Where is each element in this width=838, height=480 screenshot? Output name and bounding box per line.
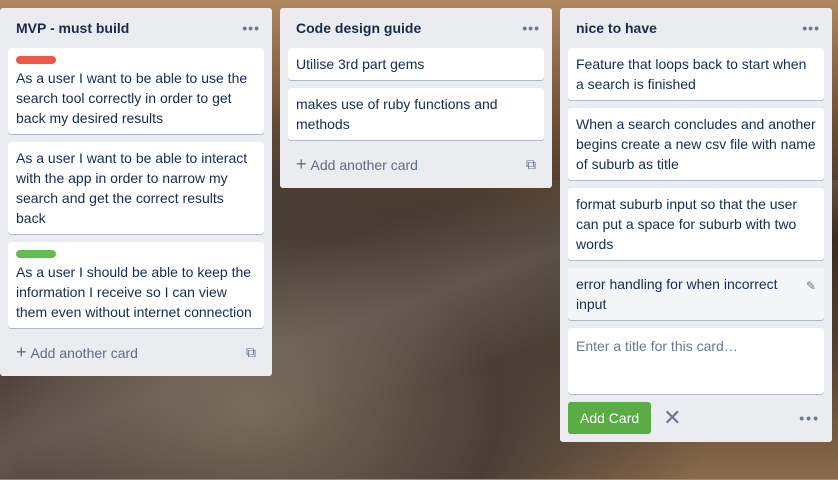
add-card-submit-button[interactable]: Add Card	[568, 402, 652, 434]
list-title[interactable]: nice to have	[576, 20, 657, 36]
card-text: When a search concludes and another begi…	[576, 116, 816, 172]
template-icon[interactable]: ⧉	[526, 156, 536, 173]
card[interactable]: format suburb input so that the user can…	[568, 188, 824, 260]
list-nice-to-have: nice to have ••• Feature that loops back …	[560, 8, 832, 442]
card-text: Utilise 3rd part gems	[296, 56, 425, 72]
list-title[interactable]: MVP - must build	[16, 20, 129, 36]
label-green[interactable]	[16, 250, 56, 258]
list-title[interactable]: Code design guide	[296, 20, 421, 36]
card-text: As a user I should be able to keep the i…	[16, 264, 252, 320]
list-code-design: Code design guide ••• Utilise 3rd part ge…	[280, 8, 552, 188]
list-menu-icon[interactable]: •••	[242, 20, 260, 36]
card-text: As a user I want to be able to use the s…	[16, 70, 248, 126]
card[interactable]: When a search concludes and another begi…	[568, 108, 824, 180]
add-card-label: Add another card	[30, 344, 138, 361]
card[interactable]: Utilise 3rd part gems	[288, 48, 544, 80]
close-icon[interactable]: ✕	[663, 405, 681, 431]
add-card-label: Add another card	[310, 156, 418, 173]
card-title-input[interactable]: Enter a title for this card…	[568, 328, 824, 394]
card[interactable]: As a user I should be able to keep the i…	[8, 242, 264, 328]
card[interactable]: As a user I want to be able to use the s…	[8, 48, 264, 134]
card-text: As a user I want to be able to interact …	[16, 150, 248, 226]
list-menu-icon[interactable]: •••	[522, 20, 540, 36]
card-text: makes use of ruby functions and methods	[296, 96, 498, 132]
card-text: Feature that loops back to start when a …	[576, 56, 807, 92]
list-mvp: MVP - must build ••• As a user I want to …	[0, 8, 272, 376]
add-card-button[interactable]: + Add another card ⧉	[8, 336, 264, 368]
pencil-icon[interactable]: ✎	[806, 276, 816, 296]
card-text: error handling for when incorrect input	[576, 276, 778, 312]
label-red[interactable]	[16, 56, 56, 64]
card[interactable]: Feature that loops back to start when a …	[568, 48, 824, 100]
more-options-icon[interactable]: •••	[799, 410, 820, 426]
plus-icon: +	[16, 341, 27, 362]
card[interactable]: makes use of ruby functions and methods	[288, 88, 544, 140]
list-menu-icon[interactable]: •••	[802, 20, 820, 36]
card-text: format suburb input so that the user can…	[576, 196, 798, 252]
card[interactable]: As a user I want to be able to interact …	[8, 142, 264, 234]
add-card-button[interactable]: + Add another card ⧉	[288, 148, 544, 180]
card[interactable]: error handling for when incorrect input ✎	[568, 268, 824, 320]
plus-icon: +	[296, 153, 307, 174]
template-icon[interactable]: ⧉	[246, 344, 256, 361]
